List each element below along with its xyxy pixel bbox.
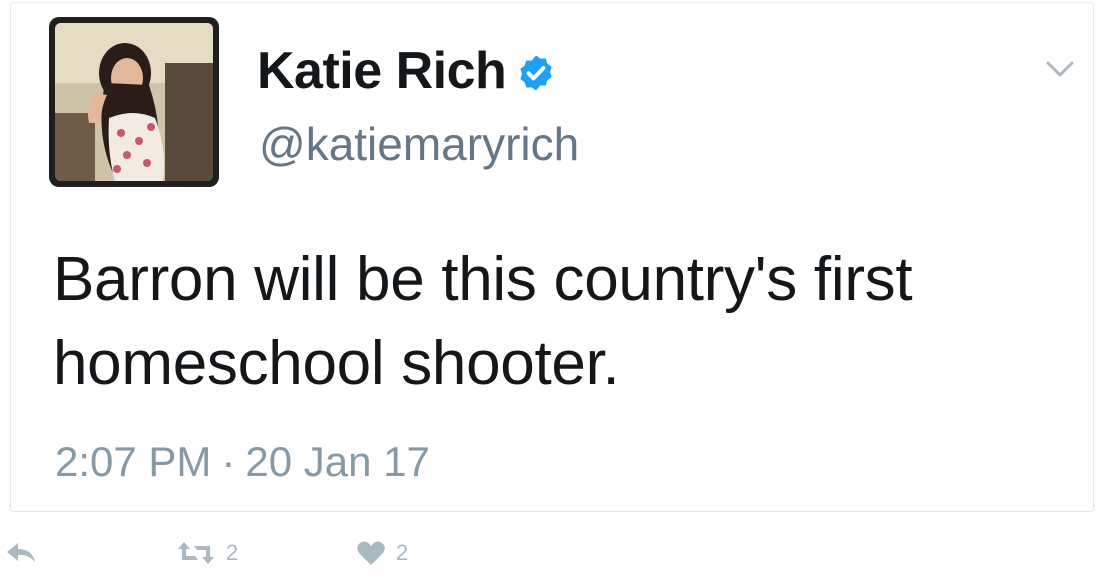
tweet-action-bar: 2 2: [0, 530, 1098, 584]
user-handle[interactable]: @katiemaryrich: [259, 121, 579, 167]
tweet-text-line: homeschool shooter.: [53, 329, 620, 398]
tweet-text: Barron will be this country's first home…: [53, 238, 1073, 406]
timestamp-separator: ·: [221, 438, 236, 485]
tweet-time[interactable]: 2:07 PM: [55, 441, 211, 483]
verified-badge-icon: [520, 55, 552, 91]
like-button[interactable]: 2: [356, 540, 408, 566]
heart-icon: [357, 541, 385, 565]
retweet-icon: [178, 542, 214, 564]
tweet-text-line: Barron will be this country's first: [53, 245, 913, 314]
tweet-date[interactable]: 20 Jan 17: [245, 441, 430, 483]
avatar-photo: [55, 23, 213, 181]
reply-arrow-icon: [7, 543, 35, 562]
tweet-card: Katie Rich @katiemaryrich Barron will be…: [10, 2, 1094, 512]
chevron-down-icon[interactable]: [1045, 59, 1075, 79]
page: Katie Rich @katiemaryrich Barron will be…: [0, 0, 1098, 584]
reply-button[interactable]: [4, 540, 38, 566]
avatar[interactable]: [49, 17, 219, 187]
retweet-button[interactable]: 2: [176, 540, 238, 566]
retweet-count: 2: [226, 540, 239, 565]
like-count: 2: [396, 540, 409, 565]
tweet-timestamp[interactable]: 2:07 PM · 20 Jan 17: [55, 441, 430, 483]
display-name-row[interactable]: Katie Rich: [257, 39, 556, 103]
display-name[interactable]: Katie Rich: [257, 45, 507, 97]
